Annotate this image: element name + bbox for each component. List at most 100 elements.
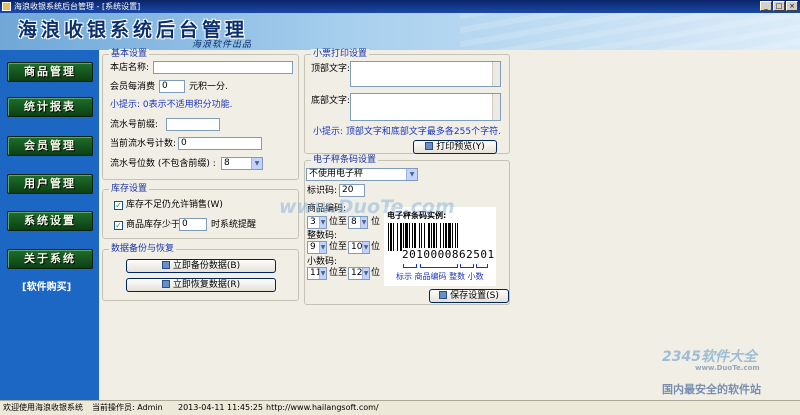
basic-settings-title: 基本设置 <box>109 49 150 60</box>
receipt-settings-title: 小票打印设置 <box>311 49 370 60</box>
bracket-int <box>460 264 474 268</box>
status-welcome: 欢迎使用海浪收银系统 <box>3 403 83 412</box>
stock-warn-label: 商品库存少于 <box>126 220 181 230</box>
bracket-goods <box>420 264 458 268</box>
receipt-bottom-label: 底部文字: <box>311 96 351 106</box>
scale-goods-to-text: 位 <box>371 217 381 227</box>
backup-button-label: 立即备份数据(B) <box>172 261 241 271</box>
slogan-watermark: 国内最安全的软件站 <box>662 383 761 396</box>
stock-warn-input[interactable]: 0 <box>179 218 207 231</box>
status-url: http://www.hailangsoft.com/ <box>266 403 379 412</box>
receipt-top-label: 顶部文字: <box>311 64 351 74</box>
receipt-top-textarea[interactable] <box>350 61 501 87</box>
sidebar-item-members[interactable]: 会员管理 <box>7 136 93 156</box>
chevron-down-icon: ▼ <box>251 158 262 169</box>
settings-panel: 基本设置 本店名称: 会员每消费 0 元积一分. 小提示: 0表示不适用积分功能… <box>99 49 800 400</box>
barcode-example: 电子秤条码实例: 2010000862501 标示 商品编码 整数 小数 <box>384 207 496 286</box>
scale-settings-title: 电子秤条码设置 <box>311 155 379 166</box>
sidebar-item-about[interactable]: 关于系统 <box>7 249 93 269</box>
serial-count-input[interactable]: 0 <box>178 137 262 150</box>
sidebar-item-settings[interactable]: 系统设置 <box>7 211 93 231</box>
status-operator: 当前操作员: Admin <box>92 403 163 412</box>
chevron-down-icon: ▼ <box>319 217 326 228</box>
points-hint: 小提示: 0表示不适用积分功能. <box>110 100 233 110</box>
save-icon <box>439 291 448 299</box>
scale-goods-from-select[interactable]: 3 ▼ <box>307 216 327 229</box>
allow-sale-label: 库存不足仍允许销售(W) <box>126 200 223 210</box>
restore-icon <box>161 280 170 288</box>
restore-button-label: 立即恢复数据(R) <box>172 280 241 290</box>
sidebar-item-reports[interactable]: 统计报表 <box>7 97 93 117</box>
store-name-input[interactable] <box>153 61 293 74</box>
serial-prefix-input[interactable] <box>166 118 220 131</box>
status-time: 2013-04-11 11:45:25 <box>178 403 263 412</box>
printer-icon <box>425 142 434 150</box>
basic-settings-group: 基本设置 本店名称: 会员每消费 0 元积一分. 小提示: 0表示不适用积分功能… <box>102 49 299 180</box>
window-title: 海浪收银系统后台管理 - [系统设置] <box>14 2 141 11</box>
app-icon <box>2 2 11 11</box>
scale-id-input[interactable]: 20 <box>339 184 365 197</box>
chevron-down-icon: ▼ <box>406 169 417 180</box>
scale-dec-from-text: 位至 <box>329 268 348 278</box>
scale-goods-from-text: 位至 <box>329 217 348 227</box>
bracket-id <box>403 264 417 268</box>
chevron-down-icon: ▼ <box>319 268 326 279</box>
serial-prefix-label: 流水号前缀: <box>110 120 159 130</box>
chevron-down-icon: ▼ <box>362 268 369 279</box>
scale-int-to-value: 10 <box>351 242 363 252</box>
backup-group: 数据备份与恢复 立即备份数据(B) 立即恢复数据(R) <box>102 244 299 301</box>
store-name-label: 本店名称: <box>110 63 150 73</box>
maximize-button[interactable]: □ <box>773 1 785 11</box>
stock-warn-suffix: 时系统提醒 <box>211 220 257 230</box>
sidebar-item-users[interactable]: 用户管理 <box>7 174 93 194</box>
scale-dec-from-select[interactable]: 11 ▼ <box>307 267 327 280</box>
stock-settings-group: 库存设置 ✓ 库存不足仍允许销售(W) ✓ 商品库存少于 0 时系统提醒 <box>102 184 299 239</box>
serial-digits-label: 流水号位数 (不包含前缀) : <box>110 159 216 169</box>
receipt-settings-group: 小票打印设置 顶部文字: 底部文字: 小提示: 顶部文字和底部文字最多各255个… <box>304 49 510 154</box>
save-settings-label: 保存设置(S) <box>450 291 499 301</box>
scale-dec-to-select[interactable]: 12 ▼ <box>348 267 370 280</box>
scale-mode-select[interactable]: 不使用电子秤 ▼ <box>306 168 418 181</box>
chevron-down-icon: ▼ <box>319 242 326 253</box>
scale-mode-value: 不使用电子秤 <box>309 169 364 179</box>
scale-int-to-select[interactable]: 10 ▼ <box>348 241 370 254</box>
receipt-hint: 小提示: 顶部文字和底部文字最多各255个字符. <box>313 127 501 137</box>
minimize-button[interactable]: _ <box>760 1 772 11</box>
close-button[interactable]: × <box>786 1 798 11</box>
brand-url-watermark: www.DuoTe.com <box>695 364 760 372</box>
allow-sale-checkbox[interactable]: ✓ <box>114 201 123 210</box>
scale-id-label: 标识码: <box>307 186 338 196</box>
barcode-bars <box>388 223 492 251</box>
print-preview-button[interactable]: 打印预览(Y) <box>413 140 497 154</box>
brand-watermark: 2345软件大全 <box>662 349 757 365</box>
points-suffix: 元积一分. <box>189 82 228 92</box>
restore-button[interactable]: 立即恢复数据(R) <box>126 278 276 292</box>
receipt-bottom-textarea[interactable] <box>350 93 501 121</box>
bracket-dec <box>476 264 488 268</box>
points-label: 会员每消费 <box>110 82 156 92</box>
barcode-caption: 电子秤条码实例: <box>387 211 447 220</box>
scale-goods-label: 商品编码: <box>307 204 347 214</box>
scale-int-from-select[interactable]: 9 ▼ <box>307 241 327 254</box>
barcode-legend: 标示 商品编码 整数 小数 <box>396 272 484 281</box>
window-titlebar: 海浪收银系统后台管理 - [系统设置] _ □ × <box>0 0 800 13</box>
backup-button[interactable]: 立即备份数据(B) <box>126 259 276 273</box>
barcode-number: 2010000862501 <box>402 248 495 261</box>
serial-digits-select[interactable]: 8 ▼ <box>221 157 263 170</box>
scale-goods-to-select[interactable]: 8 ▼ <box>348 216 368 229</box>
window-controls: _ □ × <box>760 1 798 11</box>
points-input[interactable]: 0 <box>159 80 185 93</box>
scale-goods-from-value: 3 <box>310 217 316 227</box>
print-preview-label: 打印预览(Y) <box>436 142 485 152</box>
backup-icon <box>161 261 170 269</box>
buy-software-link[interactable]: [软件购买] <box>22 278 71 293</box>
app-header: 海浪收银系统后台管理 海浪软件出品 <box>0 13 800 50</box>
header-decoration <box>460 13 800 50</box>
chevron-down-icon: ▼ <box>360 217 367 228</box>
status-bar: 欢迎使用海浪收银系统 当前操作员: Admin 2013-04-11 11:45… <box>0 400 800 415</box>
scale-goods-to-value: 8 <box>351 217 357 227</box>
sidebar-item-goods[interactable]: 商品管理 <box>7 62 93 82</box>
save-settings-button[interactable]: 保存设置(S) <box>429 289 509 303</box>
stock-settings-title: 库存设置 <box>109 184 150 195</box>
stock-warn-checkbox[interactable]: ✓ <box>114 221 123 230</box>
